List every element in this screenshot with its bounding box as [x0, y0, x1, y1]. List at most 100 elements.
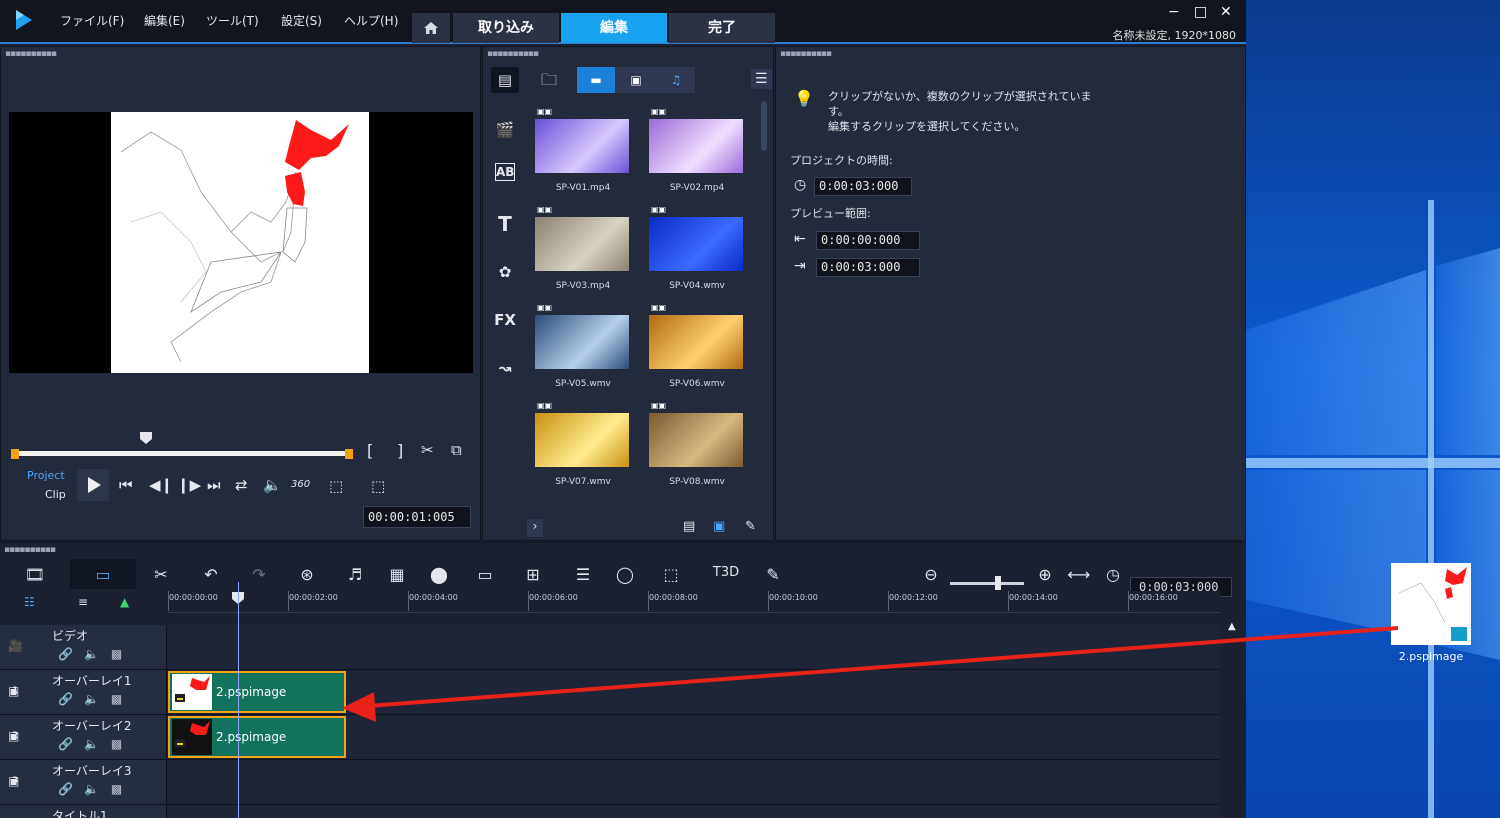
panel-grip-icon[interactable]: ▪▪▪▪▪▪▪▪▪▪	[4, 545, 56, 555]
track-lane[interactable]	[168, 760, 1220, 804]
redo-icon[interactable]: ↷	[246, 565, 272, 584]
time-remap-icon[interactable]: ☰	[570, 565, 596, 584]
track-lane[interactable]	[168, 805, 1220, 818]
track-volume-icon[interactable]: 🔈	[84, 737, 99, 751]
grid-icon[interactable]: ▩	[111, 737, 122, 751]
link-icon[interactable]: 🔗	[58, 647, 73, 661]
zoom-out-icon[interactable]: ⊖	[918, 565, 944, 584]
menu-file[interactable]: ファイル(F)	[60, 12, 124, 29]
menu-tools[interactable]: ツール(T)	[206, 12, 259, 29]
track-header[interactable]: ▣ 1 オーバーレイ1 🔗 🔈 ▩	[0, 670, 167, 714]
tab-share[interactable]: 完了	[669, 13, 775, 43]
trim-end-handle[interactable]	[345, 449, 353, 459]
path-icon[interactable]: ↝	[491, 355, 519, 381]
desktop-file-icon[interactable]	[1391, 563, 1471, 645]
transition-icon[interactable]: AB	[495, 163, 515, 181]
track-volume-icon[interactable]: 🔈	[84, 782, 99, 796]
track-lane[interactable]	[168, 625, 1220, 669]
library-thumbnail[interactable]: ▣▣ SP-V03.mp4	[527, 199, 639, 295]
subtitle-editor-icon[interactable]: ▭	[472, 565, 498, 584]
time-ruler[interactable]: 00:00:00:00 00:00:02:00 00:00:04:00 00:00:0…	[168, 591, 1220, 613]
grid-icon[interactable]: ▩	[111, 782, 122, 796]
library-thumbnail[interactable]: ▣▣ SP-V07.wmv	[527, 395, 639, 491]
track-header[interactable]: ▣ 2 オーバーレイ2 🔗 🔈 ▩	[0, 715, 167, 759]
library-scrollbar[interactable]	[761, 101, 767, 151]
home-tab[interactable]	[412, 13, 450, 43]
show-photo-icon[interactable]: ▣	[617, 67, 655, 93]
library-thumbnail[interactable]: ▣▣ SP-V04.wmv	[641, 199, 753, 295]
list-view-icon[interactable]: ☰	[751, 69, 772, 89]
zoom-slider-handle[interactable]	[995, 576, 1001, 590]
title-icon[interactable]: T	[491, 211, 519, 237]
vr360-button[interactable]: 360	[291, 479, 310, 490]
tools-icon[interactable]: ✂	[148, 565, 174, 584]
library-thumbnail[interactable]: ▣▣ SP-V06.wmv	[641, 297, 753, 393]
graphics-icon[interactable]: ✿	[491, 259, 519, 285]
menu-settings[interactable]: 設定(S)	[281, 12, 322, 29]
track-header[interactable]: 🎥 ビデオ 🔗 🔈 ▩	[0, 625, 167, 669]
zoom-slider[interactable]	[950, 582, 1024, 585]
timeline-clip[interactable]: 2.pspimage	[168, 671, 346, 713]
next-frame-icon[interactable]: ❙▶	[177, 476, 201, 494]
edit-icon[interactable]: ✎	[745, 519, 756, 534]
track-header[interactable]: ▣ 3 オーバーレイ3 🔗 🔈 ▩	[0, 760, 167, 804]
tab-capture[interactable]: 取り込み	[453, 13, 559, 43]
player-timecode[interactable]: 00:00:01:005	[363, 506, 471, 528]
storyboard-view-icon[interactable]: 🎞	[22, 565, 48, 584]
thumbnail-view-icon[interactable]: ▣	[713, 519, 725, 534]
aspect-ratio-icon[interactable]: ⬚	[329, 477, 343, 495]
track-manager-icon[interactable]: ☷	[24, 595, 35, 609]
add-track-icon[interactable]: ▲	[120, 595, 129, 609]
panel-grip-icon[interactable]: ▪▪▪▪▪▪▪▪▪▪	[5, 49, 57, 59]
timeline-clip[interactable]: 2.pspimage	[168, 716, 346, 758]
minimize-button[interactable]: −	[1168, 4, 1180, 20]
auto-music-icon[interactable]: ♬	[342, 565, 368, 584]
menu-help[interactable]: ヘルプ(H)	[344, 12, 398, 29]
expand-nav-icon[interactable]: ›	[527, 519, 543, 537]
link-icon[interactable]: 🔗	[58, 782, 73, 796]
multicam-icon[interactable]: ▦	[384, 565, 410, 584]
library-thumbnail[interactable]: ▣▣ SP-V02.mp4	[641, 101, 753, 197]
selection-icon[interactable]: ⬚	[371, 477, 385, 495]
library-thumbnail[interactable]: ▣▣ SP-V01.mp4	[527, 101, 639, 197]
split-screen-icon[interactable]: ⊞	[520, 565, 546, 584]
import-media-icon[interactable]: ▤	[683, 519, 695, 534]
timeline-scrollbar[interactable]: ▲	[1220, 613, 1246, 818]
menu-edit[interactable]: 編集(E)	[144, 12, 185, 29]
show-audio-icon[interactable]: ♫	[657, 67, 695, 93]
grid-icon[interactable]: ▩	[111, 647, 122, 661]
mark-in-button[interactable]: [	[367, 441, 373, 460]
panel-grip-icon[interactable]: ▪▪▪▪▪▪▪▪▪▪	[780, 49, 832, 59]
repeat-icon[interactable]: ⇄	[235, 476, 248, 494]
timeline-playhead[interactable]	[238, 582, 239, 818]
library-thumbnail[interactable]: ▣▣ SP-V08.wmv	[641, 395, 753, 491]
track-header[interactable]: Tタイトル1🔗 🔈 ▩	[0, 805, 167, 818]
range-start-field[interactable]: 0:00:00:000	[816, 231, 920, 250]
enlarge-preview-icon[interactable]: ⧉	[451, 441, 462, 459]
tab-edit[interactable]: 編集	[561, 13, 667, 43]
grid-icon[interactable]: ▩	[111, 692, 122, 706]
zoom-in-icon[interactable]: ⊕	[1032, 565, 1058, 584]
show-video-icon[interactable]: ▬	[577, 67, 615, 93]
link-icon[interactable]: 🔗	[58, 737, 73, 751]
add-folder-icon[interactable]: 🗀	[541, 69, 557, 96]
track-lane[interactable]: 2.pspimage	[168, 670, 1220, 714]
pan-zoom-icon[interactable]: ⬚	[658, 565, 684, 584]
volume-icon[interactable]: 🔈	[263, 476, 282, 494]
link-icon[interactable]: 🔗	[58, 692, 73, 706]
close-button[interactable]: ✕	[1220, 4, 1232, 20]
split-clip-icon[interactable]: ✂	[421, 441, 434, 459]
home-skip-icon[interactable]: ⏮	[119, 476, 133, 494]
library-thumbnail[interactable]: ▣▣ SP-V05.wmv	[527, 297, 639, 393]
mask-creator-icon[interactable]: ◯	[612, 565, 638, 584]
project-mode-label[interactable]: Project	[27, 469, 65, 482]
range-end-field[interactable]: 0:00:03:000	[816, 258, 920, 277]
clip-mode-label[interactable]: Clip	[45, 488, 66, 501]
record-capture-icon[interactable]: ⊛	[294, 565, 320, 584]
project-time-field[interactable]: 0:00:03:000	[814, 177, 912, 196]
motion-tracking-icon[interactable]: ⬤	[426, 565, 452, 584]
instant-project-icon[interactable]: 🎬	[491, 117, 519, 143]
mark-out-button[interactable]: ]	[397, 441, 403, 460]
scrubber-handle-icon[interactable]	[139, 431, 153, 445]
maximize-button[interactable]: □	[1194, 4, 1207, 20]
